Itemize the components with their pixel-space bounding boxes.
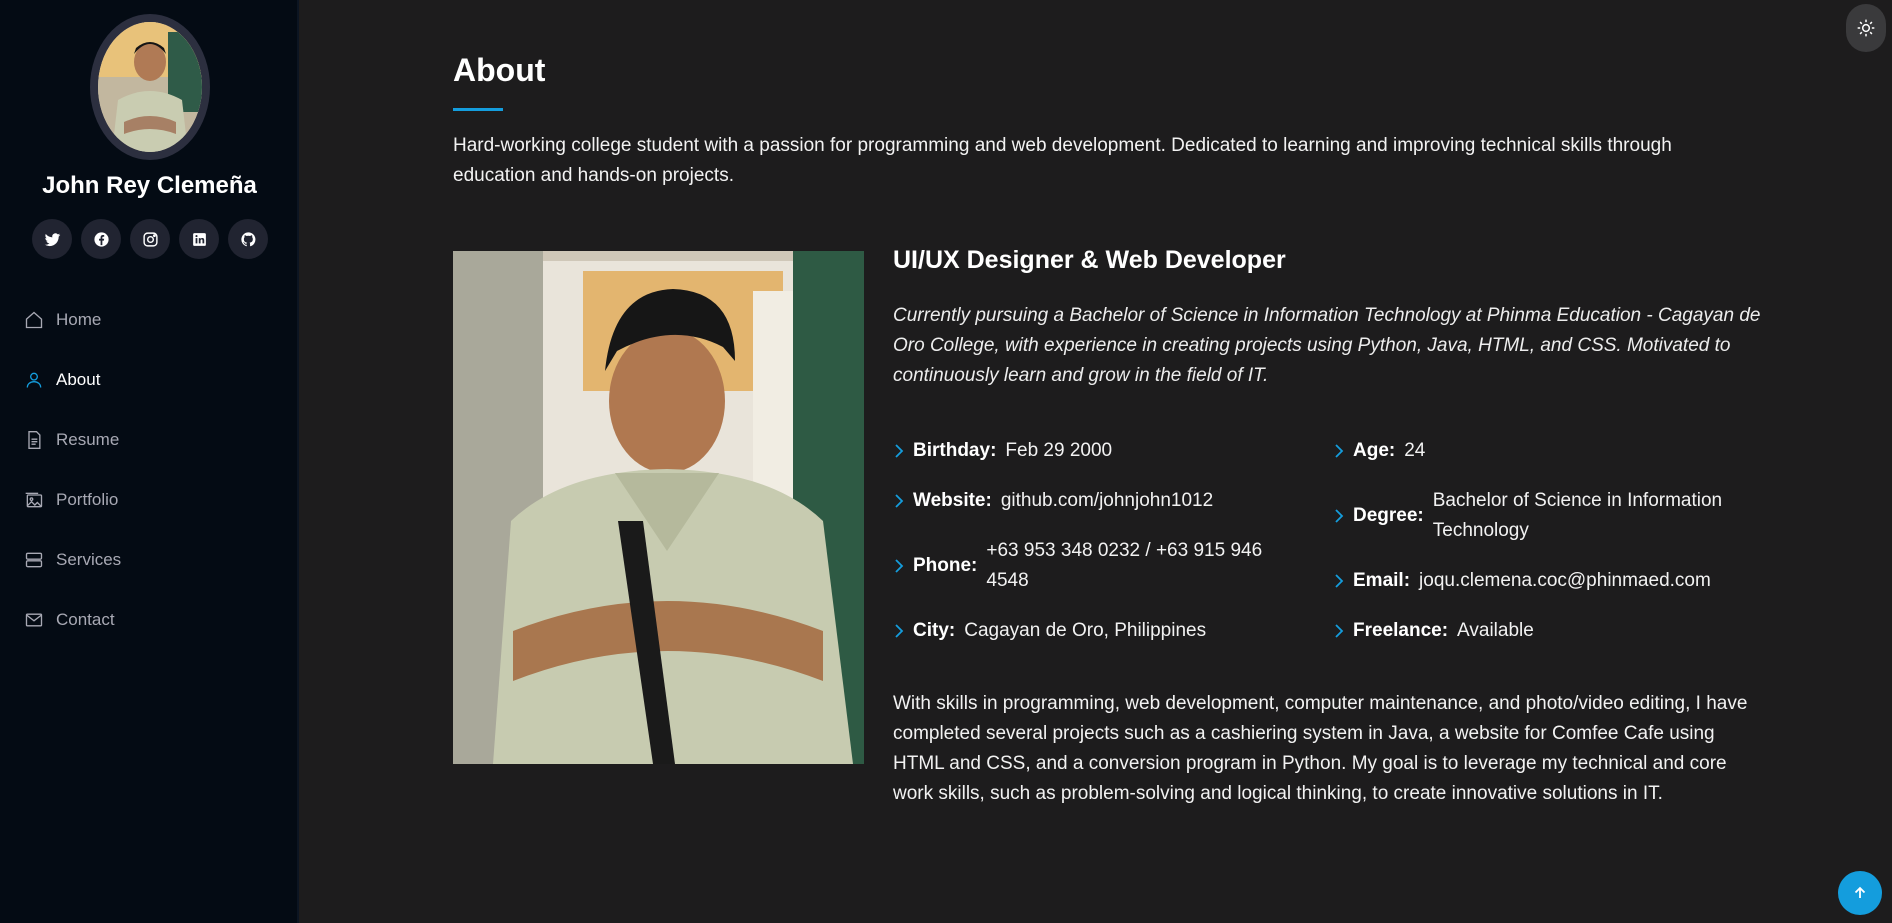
fact-city: City: Cagayan de Oro, Philippines (893, 616, 1206, 646)
title-underline (453, 108, 503, 111)
instagram-link[interactable] (130, 219, 170, 259)
twitter-icon (44, 232, 60, 246)
file-icon (24, 429, 46, 451)
fact-value: +63 953 348 0232 / +63 915 946 4548 (986, 540, 1263, 591)
nav-item-contact[interactable]: Contact (24, 590, 121, 650)
fact-age: Age: 24 (1333, 436, 1425, 466)
fact-email: Email: joqu.clemena.coc@phinmaed.com (1333, 566, 1711, 596)
nav-label: Home (56, 310, 102, 329)
fact-birthday: Birthday: Feb 29 2000 (893, 436, 1112, 466)
chevron-right-icon (1333, 623, 1353, 639)
nav-item-portfolio[interactable]: Portfolio (24, 470, 121, 530)
profile-name: John Rey Clemeña (42, 172, 257, 199)
avatar (90, 14, 210, 160)
fact-freelance: Freelance: Available (1333, 616, 1534, 646)
nav-label: Portfolio (56, 490, 119, 509)
linkedin-link[interactable] (179, 219, 219, 259)
chevron-right-icon (1333, 508, 1353, 524)
nav-item-resume[interactable]: Resume (24, 410, 121, 470)
fact-label: Birthday: (913, 440, 997, 461)
sun-icon (1857, 19, 1875, 37)
github-link[interactable] (228, 219, 268, 259)
nav-label: Services (56, 550, 122, 569)
about-outro: With skills in programming, web developm… (893, 693, 1748, 804)
sidebar: John Rey Clemeña Home About Resume Portf… (0, 0, 299, 923)
fact-degree: Degree: Bachelor of Science in Informati… (1333, 486, 1763, 546)
server-icon (24, 549, 46, 571)
theme-toggle-button[interactable] (1846, 4, 1886, 52)
chevron-right-icon (1333, 443, 1353, 459)
chevron-right-icon (893, 443, 913, 459)
fact-label: Phone: (913, 555, 978, 576)
chevron-right-icon (893, 493, 913, 509)
fact-label: Email: (1353, 570, 1411, 591)
chevron-right-icon (893, 558, 913, 574)
fact-phone: Phone: +63 953 348 0232 / +63 915 946 45… (893, 536, 1293, 596)
fact-value: github.com/johnjohn1012 (1000, 490, 1214, 511)
about-section: About Hard-working college student with … (300, 0, 1892, 923)
facebook-icon (93, 231, 109, 247)
role-title: UI/UX Designer & Web Developer (893, 246, 1286, 274)
fact-value: Available (1457, 620, 1534, 641)
chevron-right-icon (1333, 573, 1353, 589)
fact-value: Feb 29 2000 (1005, 440, 1113, 461)
instagram-icon (142, 231, 158, 247)
fact-value: Cagayan de Oro, Philippines (964, 620, 1207, 641)
home-icon (24, 309, 46, 331)
person-icon (24, 369, 46, 391)
profile-photo (453, 251, 864, 764)
main-nav: Home About Resume Portfolio Services Con… (24, 290, 121, 650)
facebook-link[interactable] (81, 219, 121, 259)
fact-value: joqu.clemena.coc@phinmaed.com (1419, 570, 1711, 591)
about-intro: Hard-working college student with a pass… (453, 135, 1672, 186)
twitter-link[interactable] (32, 219, 72, 259)
fact-label: City: (913, 620, 956, 641)
fact-label: Freelance: (1353, 620, 1449, 641)
fact-website: Website: github.com/johnjohn1012 (893, 486, 1213, 516)
back-to-top-button[interactable] (1838, 871, 1882, 915)
fact-value: Bachelor of Science in Information Techn… (1432, 490, 1723, 541)
chevron-right-icon (893, 623, 913, 639)
nav-item-about[interactable]: About (24, 350, 121, 410)
section-title: About (453, 52, 546, 88)
nav-label: Resume (56, 430, 120, 449)
nav-label: About (56, 370, 101, 389)
nav-item-home[interactable]: Home (24, 290, 121, 350)
fact-value: 24 (1404, 440, 1426, 461)
about-content: UI/UX Designer & Web Developer Currently… (893, 246, 1763, 804)
github-icon (240, 231, 255, 246)
fact-label: Age: (1353, 440, 1396, 461)
fact-label: Website: (913, 490, 992, 511)
fact-label: Degree: (1353, 505, 1424, 526)
social-links (32, 219, 268, 259)
nav-item-services[interactable]: Services (24, 530, 121, 590)
about-lead: Currently pursuing a Bachelor of Science… (893, 305, 1761, 386)
images-icon (24, 489, 46, 511)
envelope-icon (24, 609, 46, 631)
linkedin-icon (192, 232, 206, 246)
nav-label: Contact (56, 610, 115, 629)
arrow-up-icon (1854, 886, 1866, 898)
